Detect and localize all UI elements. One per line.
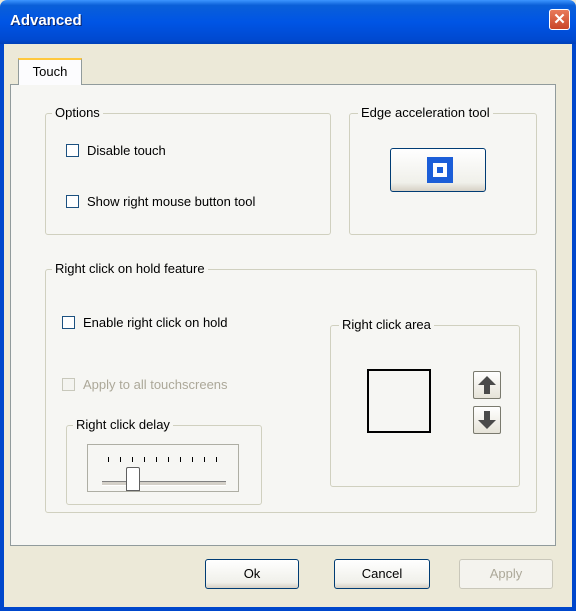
- window-frame-right: [572, 44, 576, 611]
- decrease-area-button[interactable]: [473, 406, 501, 434]
- arrow-up-icon: [478, 376, 496, 394]
- close-icon: ✕: [553, 11, 566, 28]
- right-click-area-group: Right click area: [330, 317, 520, 487]
- tab-panel-touch: Options Disable touch Show right mouse b…: [10, 84, 556, 546]
- tab-touch[interactable]: Touch: [18, 58, 82, 85]
- disable-touch-label: Disable touch: [87, 143, 166, 158]
- apply-all-checkbox: [62, 378, 75, 391]
- options-group-label: Options: [52, 105, 103, 120]
- title-bar[interactable]: Advanced ✕: [0, 0, 576, 44]
- apply-button: Apply: [459, 559, 553, 589]
- apply-button-label: Apply: [489, 566, 523, 581]
- slider-track: [102, 481, 226, 486]
- cancel-button-label: Cancel: [361, 566, 403, 581]
- window-title: Advanced: [10, 12, 82, 29]
- enable-right-click-checkbox-row[interactable]: Enable right click on hold: [62, 315, 228, 330]
- right-click-hold-group-label: Right click on hold feature: [52, 261, 208, 276]
- apply-all-label: Apply to all touchscreens: [83, 377, 228, 392]
- window-frame-bottom: [0, 607, 576, 611]
- right-click-delay-label: Right click delay: [73, 417, 173, 432]
- options-group: Options Disable touch Show right mouse b…: [45, 105, 331, 235]
- disable-touch-checkbox-row[interactable]: Disable touch: [66, 143, 166, 158]
- right-click-area-label: Right click area: [339, 317, 434, 332]
- disable-touch-checkbox[interactable]: [66, 144, 79, 157]
- show-right-mouse-checkbox-row[interactable]: Show right mouse button tool: [66, 194, 255, 209]
- ok-button-label: Ok: [243, 566, 261, 581]
- apply-all-checkbox-row: Apply to all touchscreens: [62, 377, 228, 392]
- close-button[interactable]: ✕: [549, 9, 570, 30]
- enable-right-click-label: Enable right click on hold: [83, 315, 228, 330]
- edge-acceleration-group: Edge acceleration tool: [349, 105, 537, 235]
- edge-acceleration-icon: [427, 157, 453, 183]
- edge-acceleration-group-label: Edge acceleration tool: [358, 105, 493, 120]
- cancel-button[interactable]: Cancel: [334, 559, 430, 589]
- enable-right-click-checkbox[interactable]: [62, 316, 75, 329]
- arrow-down-icon: [478, 411, 496, 429]
- show-right-mouse-checkbox[interactable]: [66, 195, 79, 208]
- right-click-delay-group: Right click delay: [66, 417, 262, 505]
- window-frame-left: [0, 44, 4, 611]
- right-click-area-preview: [367, 369, 431, 433]
- right-click-hold-group: Right click on hold feature Enable right…: [45, 261, 537, 513]
- ok-button[interactable]: Ok: [205, 559, 299, 589]
- show-right-mouse-label: Show right mouse button tool: [87, 194, 256, 209]
- right-click-delay-slider[interactable]: [87, 444, 239, 492]
- slider-thumb[interactable]: [126, 467, 140, 491]
- increase-area-button[interactable]: [473, 371, 501, 399]
- edge-acceleration-button[interactable]: [390, 148, 486, 192]
